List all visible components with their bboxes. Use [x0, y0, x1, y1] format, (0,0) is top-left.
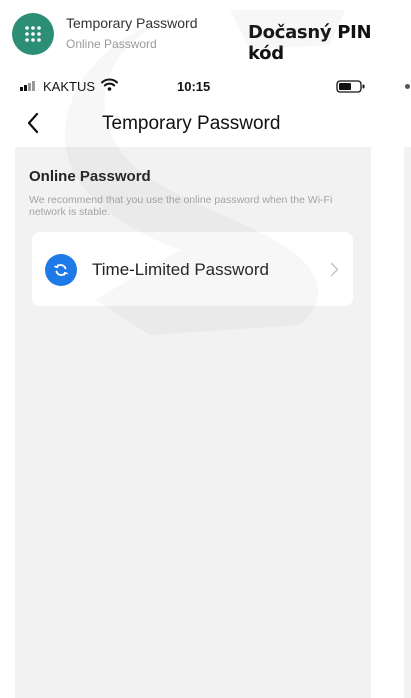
- guide-title: Temporary Password: [66, 15, 198, 31]
- chevron-right-icon: [330, 262, 339, 277]
- edge-marker: [405, 84, 410, 89]
- item-icon: [45, 254, 77, 286]
- grid-dots-icon: [25, 26, 41, 42]
- carrier-name: KAKTUS: [43, 79, 96, 94]
- wifi-icon: [101, 78, 118, 91]
- item-label: Time-Limited Password: [92, 260, 269, 279]
- cell-signal-icon: [20, 81, 35, 91]
- content-panel: Online Password We recommend that you us…: [15, 147, 371, 698]
- section-note: We recommend that you use the online pas…: [29, 194, 333, 218]
- page-title: Temporary Password: [102, 113, 281, 134]
- app-icon: [12, 13, 54, 55]
- guide-caption: Dočasný PIN kód: [248, 22, 372, 64]
- list-item[interactable]: Time-Limited Password: [32, 232, 353, 306]
- guide-subtitle: Online Password: [66, 37, 157, 51]
- clock: 10:15: [177, 79, 211, 94]
- adjacent-panel: [404, 147, 411, 698]
- section-title: Online Password: [29, 168, 151, 185]
- nav-bar: Temporary Password: [0, 104, 411, 144]
- battery-icon: [336, 80, 365, 93]
- refresh-icon: [54, 264, 68, 276]
- guide-header: Temporary Password Online Password Dočas…: [0, 0, 411, 66]
- status-bar: KAKTUS 10:15: [0, 76, 411, 98]
- chevron-left-icon[interactable]: [26, 112, 40, 134]
